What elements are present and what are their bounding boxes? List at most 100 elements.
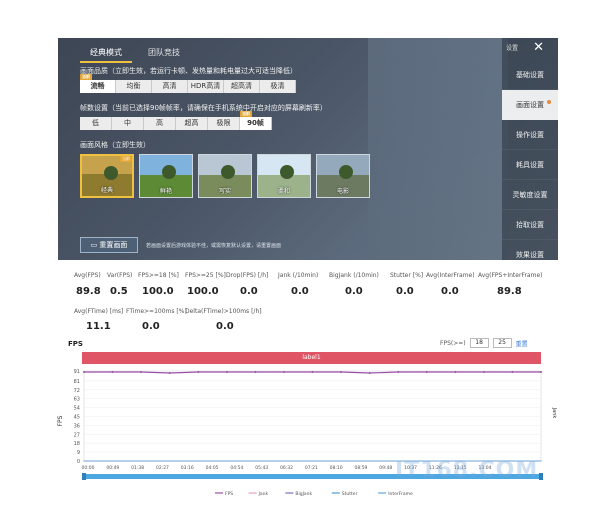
y-right-axis-label: Jank (551, 407, 557, 419)
data-point-interframe (83, 460, 85, 462)
x-tick-label: 04:54 (230, 465, 243, 471)
data-point-interframe (226, 460, 228, 462)
fps-option-label: 中 (124, 119, 131, 127)
quality-option-label: 均衡 (126, 82, 141, 90)
stat-value: 0.0 (291, 286, 309, 297)
quality-option[interactable]: 高清 (152, 80, 188, 93)
stat-header: Avg(FPS) (74, 272, 101, 279)
stat-value: 11.1 (86, 321, 111, 332)
fps-selector: 低 中 高 超高 极限 90帧 当前 (80, 111, 490, 130)
data-point-fps (282, 370, 285, 373)
data-point-fps (311, 370, 314, 373)
tree-icon (162, 165, 176, 179)
tab-classic-mode[interactable]: 经典模式 (80, 44, 132, 63)
fps-threshold-1-input[interactable]: 18 (469, 338, 489, 348)
reset-note: 若画面设置后游戏体验不佳，或需恢复默认设置，请重置画面 (146, 242, 282, 249)
style-option-label: 柔和 (277, 188, 290, 195)
quality-option[interactable]: 流畅 当前 (80, 74, 116, 93)
sidebar-header-label: 设置 (506, 45, 519, 52)
fps-filter: FPS(>=) 18 25 重置 (440, 338, 528, 348)
sidebar-item-label: 耗具设置 (516, 161, 544, 169)
quality-title: 画面品质（立即生效，若运行卡顿、发热量和耗电量过大可适当降低） (80, 67, 297, 75)
style-option[interactable]: 柔和 (257, 154, 311, 198)
y-tick-label: 18 (74, 441, 80, 447)
stat-header: Avg(InterFrame) (426, 272, 475, 279)
style-option[interactable]: 电影 (316, 154, 370, 198)
legend-item[interactable]: Jank (258, 491, 269, 497)
style-option-label: 经典 (100, 187, 113, 194)
fps-option[interactable]: 高 (144, 117, 176, 130)
data-point-fps (254, 370, 257, 373)
quality-option[interactable]: HDR高清 (188, 80, 224, 93)
sidebar-item[interactable]: 灵敏度设置 (502, 180, 558, 210)
legend-item[interactable]: InterFrame (388, 491, 413, 497)
x-tick-label: 00:49 (106, 465, 119, 471)
current-tag: 当前 (120, 156, 132, 162)
stat-value: 0.5 (110, 286, 128, 297)
sidebar-item[interactable]: 耗具设置 (502, 150, 558, 180)
sidebar-item-label: 拾取设置 (516, 221, 544, 229)
reset-graphics-button[interactable]: ▭ 重置画面 (80, 237, 138, 253)
sidebar-item[interactable]: 拾取设置 (502, 210, 558, 240)
fps-option[interactable]: 超高 (176, 117, 208, 130)
sidebar-item[interactable]: 画面设置 (502, 90, 558, 120)
quality-option[interactable]: 极清 (260, 80, 296, 93)
stat-header: FTime>=100ms [%] (126, 308, 187, 315)
sidebar-item[interactable]: 基础设置 (502, 60, 558, 90)
quality-option[interactable]: 均衡 (116, 80, 152, 93)
sidebar-item[interactable]: 效果设置 (502, 240, 558, 260)
data-point-fps (368, 371, 371, 374)
data-point-fps (397, 370, 400, 373)
legend-item[interactable]: Stutter (342, 491, 358, 497)
x-tick-label: 00:00 (82, 465, 95, 471)
x-tick-label: 08:59 (354, 465, 367, 471)
data-point-interframe (112, 460, 114, 462)
label-bar[interactable]: label1 (82, 352, 541, 364)
legend-item[interactable]: FPS (225, 491, 233, 497)
stat-value: 89.8 (497, 286, 522, 297)
fps-filter-label: FPS(>=) (440, 339, 466, 347)
sidebar-list: 基础设置 画面设置 操作设置耗具设置灵敏度设置拾取设置效果设置 (502, 60, 558, 260)
stat-header: Avg(FPS+InterFrame) (478, 272, 543, 279)
tab-team-deathmatch[interactable]: 团队竞技 (138, 44, 190, 63)
y-tick-label: 54 (74, 406, 80, 412)
stat-value: 100.0 (142, 286, 174, 297)
quality-option[interactable]: 超高清 (224, 80, 260, 93)
style-option-label: 写实 (218, 188, 231, 195)
y-tick-label: 9 (77, 450, 80, 456)
fps-option[interactable]: 低 (80, 117, 112, 130)
data-point-fps (454, 370, 457, 373)
stat-header: Delta(FTime)>100ms [/h] (185, 308, 262, 315)
tree-icon (104, 166, 118, 180)
plot-frame (83, 370, 542, 462)
style-option[interactable]: 经典 当前 (80, 154, 134, 198)
data-point-fps (197, 370, 200, 373)
y-tick-label: 72 (74, 388, 80, 394)
reset-filter-link[interactable]: 重置 (516, 339, 528, 348)
stat-header: Drop(FPS) [/h] (226, 272, 269, 279)
data-point-interframe (340, 460, 342, 462)
fps-option[interactable]: 90帧 当前 (240, 111, 272, 130)
settings-sidebar: 设置 ✕ 基础设置 画面设置 操作设置耗具设置灵敏度设置拾取设置效果设置 (502, 38, 558, 260)
y-tick-label: 91 (74, 369, 80, 375)
sidebar-item[interactable]: 操作设置 (502, 120, 558, 150)
style-option[interactable]: 鲜艳 (139, 154, 193, 198)
scroll-handle-left-icon[interactable] (82, 473, 86, 480)
watermark: IT168.COM (395, 458, 539, 483)
scroll-handle-right-icon[interactable] (539, 473, 543, 480)
style-option[interactable]: 写实 (198, 154, 252, 198)
data-point-interframe (169, 460, 171, 462)
fps-option[interactable]: 极限 (208, 117, 240, 130)
data-point-interframe (197, 460, 199, 462)
stat-value: 0.0 (345, 286, 363, 297)
data-point-interframe (312, 460, 313, 462)
close-icon[interactable]: ✕ (533, 41, 544, 55)
fps-option[interactable]: 中 (112, 117, 144, 130)
y-tick-label: 36 (74, 423, 80, 429)
sidebar-header: 设置 ✕ (502, 38, 558, 60)
quality-option-label: 流畅 (90, 82, 105, 90)
legend-item[interactable]: BigJank (295, 491, 312, 497)
fps-threshold-2-input[interactable]: 25 (492, 338, 512, 348)
stat-header: Avg(FTime) [ms] (74, 308, 124, 315)
stat-value: 0.0 (240, 286, 258, 297)
